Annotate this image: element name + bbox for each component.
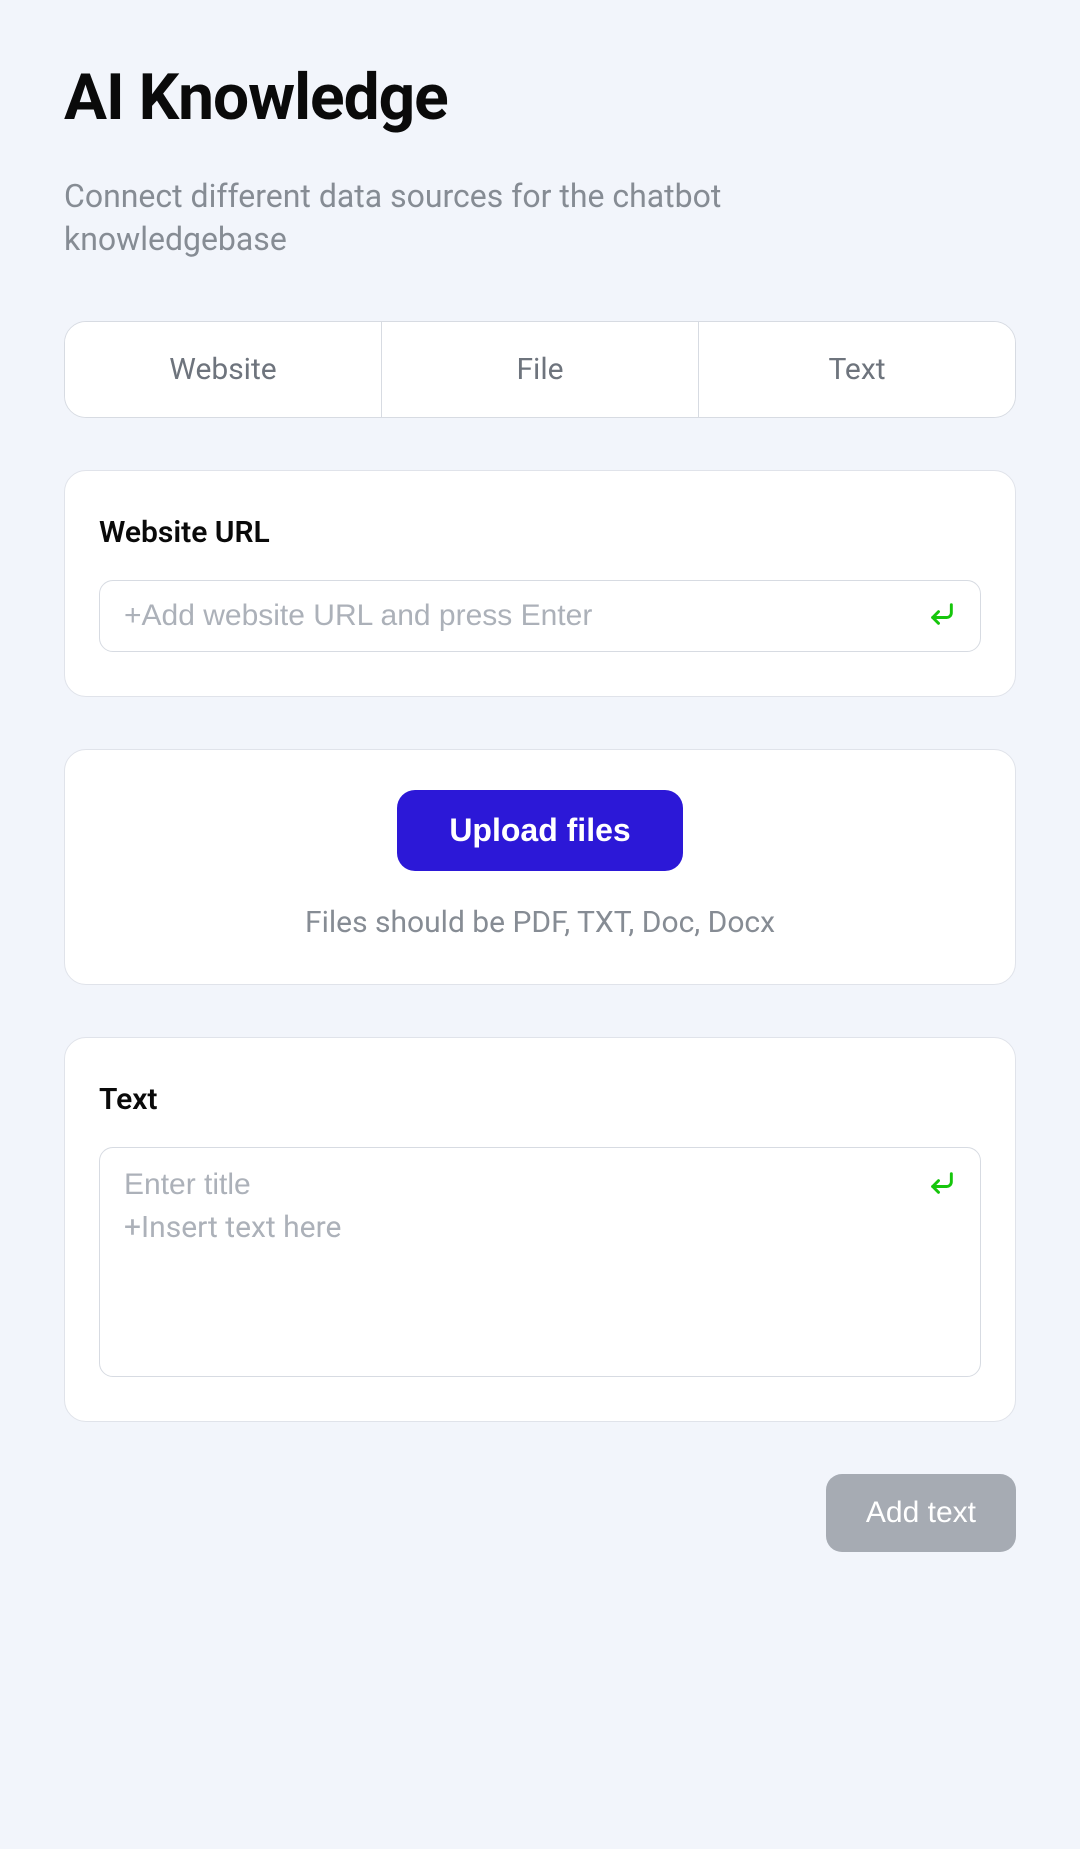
tab-text[interactable]: Text [699, 322, 1015, 417]
source-tabs: Website File Text [64, 321, 1016, 418]
text-card-title: Text [99, 1082, 981, 1117]
page-subtitle: Connect different data sources for the c… [64, 175, 784, 261]
page-title: AI Knowledge [64, 60, 1016, 135]
website-url-input[interactable] [124, 581, 916, 651]
text-card: Text [64, 1037, 1016, 1422]
text-title-input[interactable] [124, 1168, 916, 1202]
footer-row: Add text [64, 1474, 1016, 1552]
upload-card: Upload files Files should be PDF, TXT, D… [64, 749, 1016, 985]
enter-icon [928, 600, 956, 632]
add-text-button[interactable]: Add text [826, 1474, 1016, 1552]
website-url-input-wrap [99, 580, 981, 652]
website-card: Website URL [64, 470, 1016, 697]
enter-icon [928, 1169, 956, 1201]
tab-website[interactable]: Website [65, 322, 382, 417]
text-body-input[interactable] [124, 1210, 956, 1350]
upload-files-button[interactable]: Upload files [397, 790, 682, 871]
text-box [99, 1147, 981, 1377]
upload-hint: Files should be PDF, TXT, Doc, Docx [305, 905, 775, 940]
website-card-title: Website URL [99, 515, 981, 550]
tab-file[interactable]: File [382, 322, 699, 417]
